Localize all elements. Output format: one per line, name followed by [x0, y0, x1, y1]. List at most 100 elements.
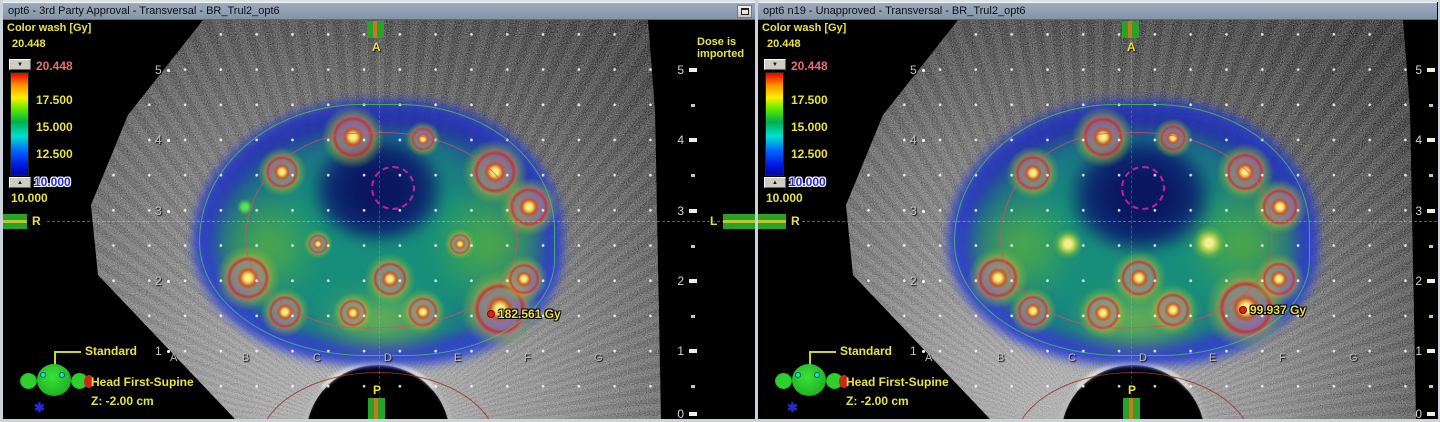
legend-scale-tick: 17.500 [36, 93, 73, 107]
slice-z-label: Z: -2.00 cm [846, 394, 909, 408]
standard-leader-line [54, 351, 81, 353]
patient-position-label: Head First-Supine [91, 375, 194, 389]
grid-column-label: B [997, 352, 1005, 364]
legend-max-value: 20.448 [12, 38, 46, 50]
reference-star-icon: ✱ [34, 400, 45, 415]
window-frame-left [0, 0, 3, 422]
viewport-panel-unapproved: opt6 n19 - Unapproved - Transversal - BR… [758, 2, 1437, 419]
grid-column-label: D [384, 352, 392, 364]
panel-titlebar[interactable]: opt6 n19 - Unapproved - Transversal - BR… [758, 2, 1437, 20]
legend-min-stepper-button[interactable]: ▲ [9, 177, 31, 188]
dose-point-marker [1239, 306, 1247, 314]
anterior-marker-icon [1122, 21, 1139, 38]
grid-row-label: 1 [155, 344, 170, 358]
right-marker-label: R [32, 214, 41, 228]
restore-icon [740, 8, 749, 15]
dose-annotation-value: 99.937 Gy [1250, 303, 1307, 317]
triangle-up-icon: ▲ [17, 179, 23, 186]
left-marker-label: L [710, 214, 718, 228]
legend-scale-tick: 12.500 [36, 147, 73, 161]
patient-orientation-icon [772, 362, 850, 402]
posterior-marker-icon [1123, 398, 1140, 419]
restore-button[interactable] [737, 5, 752, 18]
right-marker-icon [758, 214, 786, 229]
dose-annotation-value: 182.561 Gy [498, 307, 561, 321]
posterior-marker-label: P [373, 383, 382, 397]
dose-annotation[interactable]: 182.561 Gy [487, 307, 561, 321]
grid-column-label: C [1068, 352, 1076, 364]
panel-title: opt6 - 3rd Party Approval - Transversal … [8, 5, 280, 17]
legend-scale-tick: 12.500 [791, 147, 828, 161]
left-marker-icon [723, 214, 755, 229]
legend-scale-bottom: 10.000 [789, 175, 826, 189]
grid-column-label: G [1349, 352, 1358, 364]
grid-row-label: 3 [910, 204, 925, 218]
grid-row-label: 4 [910, 133, 925, 147]
standard-leader-line [809, 351, 836, 353]
grid-column-label: B [242, 352, 250, 364]
viewport-panel-approved: opt6 - 3rd Party Approval - Transversal … [3, 2, 755, 419]
legend-min-stepper-button[interactable]: ▲ [764, 177, 786, 188]
grid-column-label: F [1279, 352, 1286, 364]
crosshair-vertical [379, 20, 380, 419]
legend-scale-top: 20.448 [791, 59, 828, 73]
grid-column-label: A [170, 352, 178, 364]
posterior-marker-label: P [1128, 383, 1137, 397]
posterior-marker-icon [368, 398, 385, 419]
triangle-up-icon: ▲ [772, 179, 778, 186]
legend-header: Color wash [Gy] [7, 22, 92, 34]
grid-column-label: E [454, 352, 462, 364]
grid-row-label: 4 [155, 133, 170, 147]
colorwash-gradient-bar [765, 72, 784, 176]
urethra-contour [371, 166, 415, 210]
legend-max-value: 20.448 [767, 38, 801, 50]
anterior-marker-icon [367, 21, 384, 38]
grid-row-label: 2 [910, 274, 925, 288]
colorwash-legend: Color wash [Gy] 20.448 ▼ 20.448 17.500 1… [758, 20, 870, 210]
dose-point-marker [487, 310, 495, 318]
legend-scale-bottom: 10.000 [34, 175, 71, 189]
right-marker-icon [3, 214, 27, 229]
dose-annotation[interactable]: 99.937 Gy [1239, 303, 1306, 317]
crosshair-vertical [1131, 20, 1132, 419]
viewport-divider [755, 0, 758, 422]
grid-row-label: 2 [155, 274, 170, 288]
legend-min-value: 10.000 [11, 191, 48, 205]
colorwash-legend: Color wash [Gy] 20.448 ▼ 20.448 17.500 1… [3, 20, 115, 210]
grid-column-label: A [925, 352, 933, 364]
grid-column-label: G [594, 352, 603, 364]
reference-star-icon: ✱ [787, 400, 798, 415]
ultrasound-viewport[interactable]: Color wash [Gy] 20.448 ▼ 20.448 17.500 1… [3, 20, 755, 419]
legend-header: Color wash [Gy] [762, 22, 847, 34]
panel-titlebar[interactable]: opt6 - 3rd Party Approval - Transversal … [3, 2, 755, 20]
anterior-marker-label: A [1127, 40, 1136, 54]
grid-column-label: E [1209, 352, 1217, 364]
dose-imported-notice: Dose is imported [697, 36, 745, 60]
grid-column-label: D [1139, 352, 1147, 364]
grid-row-label: 1 [910, 344, 925, 358]
legend-min-value: 10.000 [766, 191, 803, 205]
vertical-ruler: 5 4 3 2 1 0 [657, 20, 697, 419]
legend-scale-top: 20.448 [36, 59, 73, 73]
standard-label: Standard [85, 344, 138, 358]
standard-label: Standard [840, 344, 893, 358]
colorwash-gradient-bar [10, 72, 29, 176]
ultrasound-viewport[interactable]: Color wash [Gy] 20.448 ▼ 20.448 17.500 1… [758, 20, 1437, 419]
patient-position-label: Head First-Supine [846, 375, 949, 389]
grid-column-label: C [313, 352, 321, 364]
crosshair-horizontal [47, 221, 755, 222]
grid-column-label: F [524, 352, 531, 364]
legend-max-stepper-button[interactable]: ▼ [9, 59, 31, 70]
right-marker-label: R [791, 214, 800, 228]
patient-orientation-icon [17, 362, 95, 402]
legend-scale-tick: 15.000 [791, 120, 828, 134]
anterior-marker-label: A [372, 40, 381, 54]
legend-max-stepper-button[interactable]: ▼ [764, 59, 786, 70]
legend-scale-tick: 17.500 [791, 93, 828, 107]
vertical-ruler: 5 4 3 2 1 0 [1395, 20, 1435, 419]
panel-title: opt6 n19 - Unapproved - Transversal - BR… [763, 5, 1026, 17]
window-frame-top [0, 0, 1440, 2]
grid-row-label: 5 [155, 63, 170, 77]
grid-row-label: 3 [155, 204, 170, 218]
slice-z-label: Z: -2.00 cm [91, 394, 154, 408]
